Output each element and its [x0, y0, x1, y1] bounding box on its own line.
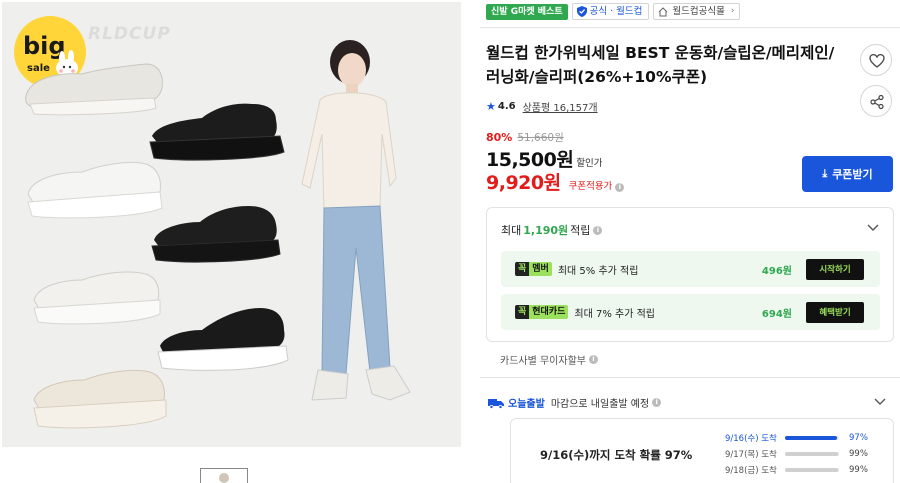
reward-amount: 1,190원 — [523, 224, 569, 237]
smile-card-badge: 꼭 현대카드 — [515, 305, 569, 319]
reward-item-card: 꼭 현대카드 최대 7% 추가 적립 694원 혜택받기 — [501, 294, 880, 330]
smile-k-mark: 꼭 — [515, 305, 530, 319]
truck-icon — [488, 398, 504, 409]
original-price: 51,660원 — [517, 132, 564, 144]
product-title: 월드컵 한가위빅세일 BEST 운동화/슬립온/메리제인/러닝화/슬리퍼(26%… — [486, 44, 835, 86]
official-store-label: 공식 · 월드컵 — [589, 6, 643, 17]
download-icon: ⤓ — [822, 167, 828, 180]
chevron-right-icon: › — [730, 6, 735, 16]
reward-item-amount: 496원 — [761, 265, 792, 277]
get-benefit-button[interactable]: 혜택받기 — [806, 301, 864, 323]
rating-row: ★ 4.6 상품평 16,157개 — [486, 99, 598, 114]
share-icon — [870, 94, 884, 110]
smile-member-badge: 꼭 멤버 — [515, 262, 552, 276]
delivery-date: 9/16(수) 도착 — [725, 434, 777, 444]
divider — [480, 377, 900, 378]
reward-box: 최대 1,190원 적립 i 꼭 멤버 최대 5% 추가 적립 496원 시작하… — [486, 207, 894, 342]
delivery-estimate-main: 9/16(수)까지 도착 확률 97% — [540, 448, 693, 462]
shoe-slipon-black — [157, 308, 289, 371]
today-shipping-label: 오늘출발 — [508, 399, 545, 410]
delivery-estimate-box: 9/16(수)까지 도착 확률 97% 9/16(수) 도착 97% 9/17(… — [510, 418, 894, 483]
reward-item-amount: 694원 — [761, 308, 792, 320]
probability-bar-fill — [785, 468, 839, 472]
share-button[interactable] — [860, 85, 892, 117]
review-count-link[interactable]: 상품평 16,157개 — [523, 99, 598, 114]
start-membership-button[interactable]: 시작하기 — [806, 258, 864, 280]
reward-item-membership: 꼭 멤버 최대 5% 추가 적립 496원 시작하기 — [501, 251, 880, 287]
coupon-download-button[interactable]: ⤓ 쿠폰받기 — [802, 156, 893, 192]
reward-prefix: 최대 — [501, 224, 522, 237]
heart-icon — [869, 53, 885, 68]
shield-check-icon — [576, 6, 587, 17]
card-installment-link[interactable]: 카드사별 무이자할부 i — [500, 352, 598, 367]
rating-score: 4.6 — [497, 101, 516, 112]
delivery-date: 9/17(목) 도착 — [725, 450, 777, 460]
badge-row: 신발 G마켓 베스트 공식 · 월드컵 월드컵공식몰 › — [486, 3, 741, 20]
product-info-panel: 신발 G마켓 베스트 공식 · 월드컵 월드컵공식몰 › 월드컵 한가위빅세일 … — [480, 0, 900, 483]
delivery-date: 9/18(금) 도착 — [725, 466, 777, 476]
like-button[interactable] — [860, 44, 892, 76]
thumbnail-image[interactable] — [200, 468, 248, 483]
coupon-price: 9,920원 — [486, 172, 561, 194]
smile-brand-name: 현대카드 — [529, 305, 569, 319]
coupon-button-label: 쿠폰받기 — [832, 169, 873, 181]
coupon-price-label: 쿠폰적용가 — [568, 181, 613, 192]
reward-suffix: 적립 — [570, 224, 591, 237]
divider — [480, 27, 900, 28]
store-name: 월드컵공식몰 — [672, 6, 725, 17]
chevron-down-icon[interactable] — [874, 398, 886, 406]
info-icon[interactable]: i — [593, 225, 603, 235]
best-badge[interactable]: 신발 G마켓 베스트 — [486, 3, 568, 20]
sale-price-label: 할인가 — [576, 158, 603, 169]
probability-percent: 99% — [849, 449, 868, 459]
probability-bar — [785, 452, 839, 456]
delivery-prob-row: 9/18(금) 도착 99% — [725, 464, 868, 476]
star-icon: ★ — [486, 100, 496, 113]
reward-item-text: 최대 5% 추가 적립 — [557, 265, 639, 277]
chevron-down-icon[interactable] — [867, 224, 879, 232]
reward-item-text: 최대 7% 추가 적립 — [574, 308, 656, 320]
card-installment-label: 카드사별 무이자할부 — [500, 356, 586, 367]
smile-k-mark: 꼭 — [515, 262, 530, 276]
probability-percent: 97% — [849, 433, 868, 443]
smile-brand-name: 멤버 — [529, 262, 552, 276]
brand-watermark: RLDCUP — [88, 24, 171, 44]
shoe-runner-cream — [33, 369, 167, 429]
discount-row: 80% 51,660원 — [486, 130, 564, 145]
reward-header[interactable]: 최대 1,190원 적립 i — [501, 222, 603, 238]
official-store-badge[interactable]: 공식 · 월드컵 — [571, 3, 650, 20]
info-icon[interactable]: i — [588, 355, 598, 364]
probability-bar-fill — [785, 452, 839, 456]
shoe-knit-black — [151, 206, 281, 263]
delivery-header[interactable]: 오늘출발 마감으로 내일출발 예정 i — [488, 395, 662, 410]
product-main-image[interactable]: RLDCUP big sale — [2, 2, 461, 447]
delivery-description: 마감으로 내일출발 예정 — [550, 399, 650, 410]
probability-bar-fill — [785, 436, 838, 440]
shoe-runner-white-2 — [33, 271, 161, 325]
coupon-price-row: 9,920원 쿠폰적용가 i — [486, 168, 625, 195]
store-link[interactable]: 월드컵공식몰 › — [653, 3, 741, 20]
model-photo — [301, 40, 411, 401]
shoe-runner-black — [149, 103, 285, 161]
info-icon[interactable]: i — [652, 398, 662, 407]
delivery-prob-row: 9/16(수) 도착 97% — [725, 432, 868, 444]
delivery-prob-row: 9/17(목) 도착 99% — [725, 448, 868, 460]
info-icon[interactable]: i — [615, 183, 625, 192]
probability-bar — [785, 468, 839, 472]
discount-rate: 80% — [486, 131, 513, 144]
thumbnail-strip — [0, 455, 460, 483]
home-icon — [659, 6, 668, 16]
probability-bar — [785, 436, 839, 440]
probability-percent: 99% — [849, 465, 868, 475]
